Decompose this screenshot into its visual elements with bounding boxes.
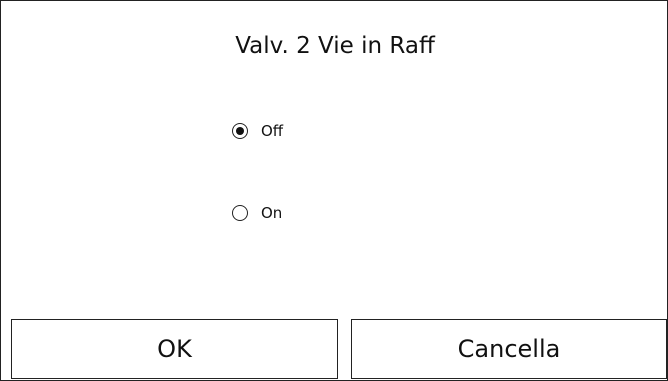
- radio-option-on[interactable]: On: [232, 203, 282, 223]
- dialog: Valv. 2 Vie in Raff Off On OK Cancella: [0, 0, 668, 381]
- radio-option-off[interactable]: Off: [232, 121, 283, 141]
- radio-selected-icon[interactable]: [232, 123, 248, 139]
- cancel-button[interactable]: Cancella: [351, 319, 667, 379]
- ok-button[interactable]: OK: [11, 319, 338, 379]
- radio-option-label: On: [261, 204, 283, 222]
- radio-option-label: Off: [261, 122, 284, 140]
- radio-unselected-icon[interactable]: [232, 205, 248, 221]
- dialog-title: Valv. 2 Vie in Raff: [235, 33, 435, 59]
- radio-dot-icon: [236, 127, 244, 135]
